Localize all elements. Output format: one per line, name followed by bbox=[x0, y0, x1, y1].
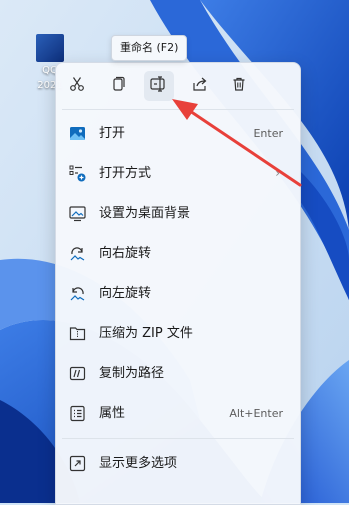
trash-icon bbox=[231, 76, 247, 96]
menu-item-label: 打开方式 bbox=[99, 166, 152, 181]
rotate-left-icon bbox=[69, 285, 86, 302]
rename-button[interactable] bbox=[144, 71, 174, 101]
delete-button[interactable] bbox=[224, 71, 254, 101]
rename-tooltip: 重命名 (F2) bbox=[111, 35, 188, 61]
rotate-right-icon bbox=[69, 245, 86, 262]
menu-item-label: 压缩为 ZIP 文件 bbox=[99, 326, 193, 341]
open-with-icon bbox=[69, 165, 86, 182]
menu-item-rotate-left[interactable]: 向左旋转 bbox=[56, 273, 300, 313]
menu-item-properties[interactable]: 属性 Alt+Enter bbox=[56, 393, 300, 433]
copy-icon bbox=[110, 76, 126, 96]
scissors-icon bbox=[69, 76, 85, 96]
share-icon bbox=[192, 76, 208, 96]
menu-item-shortcut: Enter bbox=[253, 127, 283, 140]
more-options-icon bbox=[69, 455, 86, 472]
menu-item-open-with[interactable]: 打开方式 › bbox=[56, 153, 300, 193]
menu-item-label: 向左旋转 bbox=[99, 286, 152, 301]
menu-item-rotate-right[interactable]: 向右旋转 bbox=[56, 233, 300, 273]
menu-item-label: 打开 bbox=[99, 126, 126, 141]
rename-icon bbox=[150, 76, 168, 96]
menu-item-label: 显示更多选项 bbox=[99, 456, 178, 471]
menu-item-open[interactable]: 打开 Enter bbox=[56, 113, 300, 153]
menu-item-label: 向右旋转 bbox=[99, 246, 152, 261]
image-file-thumbnail bbox=[36, 34, 64, 62]
menu-item-label: 复制为路径 bbox=[99, 366, 165, 381]
image-icon bbox=[69, 125, 86, 142]
share-button[interactable] bbox=[185, 71, 215, 101]
menu-item-show-more-options[interactable]: 显示更多选项 bbox=[56, 443, 300, 483]
submenu-chevron-icon: › bbox=[275, 166, 280, 180]
context-menu-toolbar bbox=[56, 71, 300, 101]
properties-icon bbox=[69, 405, 86, 422]
menu-item-compress-zip[interactable]: 压缩为 ZIP 文件 bbox=[56, 313, 300, 353]
menu-separator bbox=[62, 109, 294, 110]
copy-path-icon bbox=[69, 365, 86, 382]
menu-item-copy-as-path[interactable]: 复制为路径 bbox=[56, 353, 300, 393]
zip-icon bbox=[69, 325, 86, 342]
copy-button[interactable] bbox=[103, 71, 133, 101]
wallpaper-icon bbox=[69, 205, 86, 222]
context-menu: 打开 Enter 打开方式 › 设置为桌面背景 向右旋转 向左旋转 压缩为 ZI… bbox=[55, 62, 301, 505]
menu-item-set-wallpaper[interactable]: 设置为桌面背景 bbox=[56, 193, 300, 233]
cut-button[interactable] bbox=[62, 71, 92, 101]
menu-item-label: 设置为桌面背景 bbox=[99, 206, 191, 221]
menu-item-label: 属性 bbox=[99, 406, 126, 421]
menu-item-shortcut: Alt+Enter bbox=[229, 407, 283, 420]
menu-separator bbox=[62, 438, 294, 439]
